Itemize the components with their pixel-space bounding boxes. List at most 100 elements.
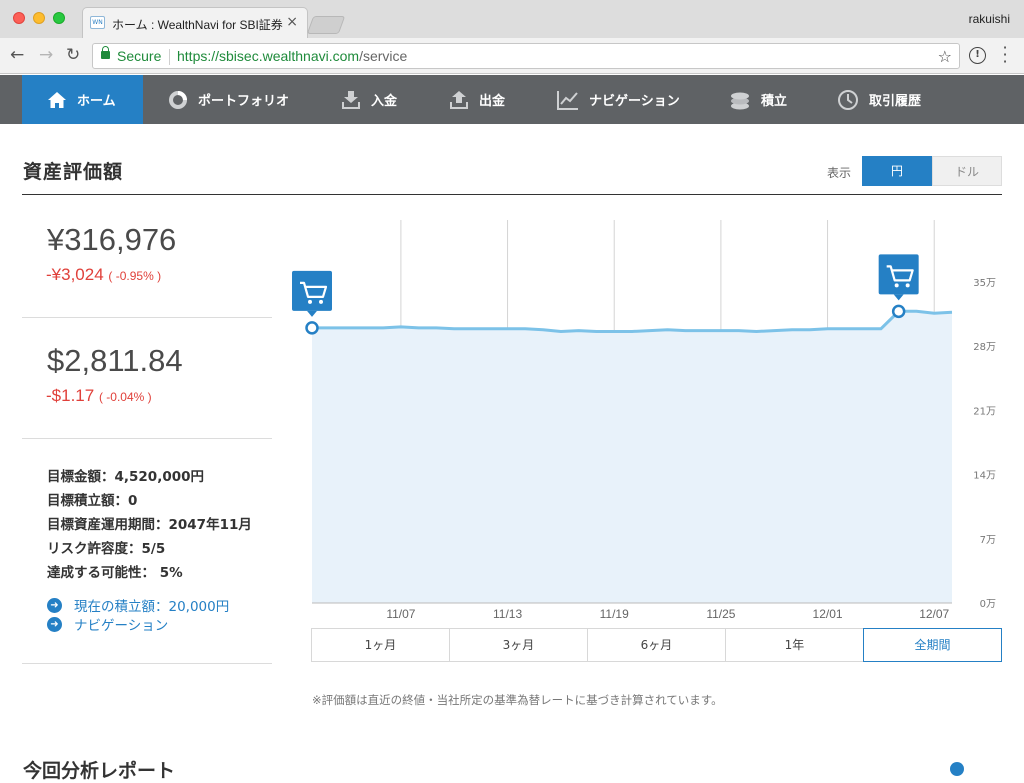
profile-name[interactable]: rakuishi [969, 12, 1010, 26]
asset-value-chart: 0万 7万 14万 21万 28万 35万 11/07 11/13 11/19 11/25 12/0… [290, 210, 1024, 630]
line-chart-icon [557, 90, 578, 110]
currency-yen-toggle[interactable]: 円 [862, 156, 932, 186]
withdraw-icon [450, 90, 468, 109]
tab-close-icon[interactable]: × [286, 14, 298, 30]
nav-item-label: ナビゲーション [589, 94, 680, 109]
back-icon[interactable]: ← [10, 45, 24, 65]
address-bar[interactable]: Secure https://sbisec.wealthnavi.com/ser… [92, 43, 960, 69]
navigation-link-label: ナビゲーション [74, 618, 169, 634]
yen-change-percent: ( -0.95% ) [108, 269, 162, 283]
nav-item-savings[interactable]: 積立 [729, 75, 787, 124]
chart-svg: 0万 7万 14万 21万 28万 35万 11/07 11/13 11/19 11/25 12/0… [292, 220, 996, 621]
x-tick-label: 12/01 [813, 607, 843, 621]
nav-item-home[interactable]: ホーム [22, 75, 143, 124]
goal-monthly-amount: 目標積立額：0 [47, 493, 138, 509]
range-all-button[interactable]: 全期間 [863, 628, 1002, 662]
display-label: 表示 [827, 166, 852, 180]
yen-total-value: ¥316,976 [47, 222, 177, 257]
window-minimize-button[interactable] [33, 12, 45, 24]
y-tick-label: 35万 [973, 278, 996, 289]
range-1-year-button[interactable]: 1年 [725, 628, 863, 662]
browser-toolbar: ← → ↻ Secure https://sbisec.wealthnavi.c… [0, 38, 1024, 74]
lock-icon [101, 46, 110, 59]
title-divider [22, 194, 1002, 195]
deposit-icon [342, 90, 360, 109]
x-tick-label: 12/07 [919, 607, 949, 621]
browser-menu-icon[interactable]: · · · [1001, 40, 1009, 70]
goal-period: 目標資産運用期間：2047年11月 [47, 517, 252, 533]
donut-icon [169, 90, 187, 109]
nav-item-label: 出金 [479, 94, 506, 109]
extension-info-icon[interactable]: ! [969, 47, 986, 64]
nav-item-portfolio[interactable]: ポートフォリオ [168, 75, 289, 124]
nav-item-label: 入金 [371, 94, 398, 109]
clock-icon [838, 89, 858, 110]
coins-icon [731, 92, 749, 109]
reload-icon[interactable]: ↻ [66, 45, 80, 65]
nav-item-label: 取引履歴 [869, 94, 922, 109]
usd-change-amount: -$1.17 [46, 386, 95, 405]
forward-icon[interactable]: → [39, 45, 53, 65]
navigation-link[interactable]: ➜ ナビゲーション [47, 614, 168, 634]
chart-area [312, 311, 952, 603]
purchase-point [891, 304, 906, 319]
purchase-marker [292, 270, 332, 311]
window-close-button[interactable] [13, 12, 25, 24]
arrow-right-icon: ➜ [47, 597, 62, 613]
goal-target-amount: 目標金額：4,520,000円 [47, 469, 205, 485]
y-tick-label: 28万 [973, 342, 996, 353]
nav-item-navigation[interactable]: ナビゲーション [557, 75, 680, 124]
url-host: https://sbisec.wealthnavi.com [177, 48, 360, 64]
url-path: /service [359, 48, 408, 64]
tab-title: ホーム : WealthNavi for SBI証券 [112, 18, 283, 32]
y-tick-label: 0万 [980, 599, 996, 610]
main-navigation: ホーム ポートフォリオ 入金 出金 ナビゲーション 積立 取引履歴 [0, 75, 1024, 124]
info-icon[interactable] [950, 762, 964, 776]
x-tick-label: 11/19 [600, 607, 629, 621]
nav-item-deposit[interactable]: 入金 [341, 75, 397, 124]
x-tick-label: 11/07 [386, 607, 415, 621]
page-title: 資産評価額 [23, 161, 124, 183]
next-section-heading: 今回分析レポート [23, 760, 176, 782]
nav-item-history[interactable]: 取引履歴 [837, 75, 921, 124]
range-6-month-button[interactable]: 6ヶ月 [587, 628, 725, 662]
goal-probability: 達成する可能性： 5% [47, 565, 183, 581]
omnibox-divider [169, 49, 170, 65]
yen-change: -¥3,024 ( -0.95% ) [46, 265, 161, 285]
window-maximize-button[interactable] [53, 12, 65, 24]
current-savings-label: 現在の積立額：20,000円 [74, 599, 230, 615]
goals-divider [22, 663, 272, 664]
y-tick-label: 7万 [980, 535, 996, 546]
current-savings-link[interactable]: ➜ 現在の積立額：20,000円 [47, 595, 229, 615]
home-icon [48, 91, 66, 108]
x-tick-label: 11/25 [706, 607, 735, 621]
range-3-month-button[interactable]: 3ヶ月 [449, 628, 587, 662]
arrow-right-icon: ➜ [47, 616, 62, 632]
usd-change-percent: ( -0.04% ) [98, 390, 152, 404]
nav-item-withdraw[interactable]: 出金 [449, 75, 505, 124]
range-1-month-button[interactable]: 1ヶ月 [311, 628, 449, 662]
cart-wheel [905, 283, 910, 288]
nav-item-label: 積立 [761, 94, 788, 109]
nav-item-label: ホーム [77, 94, 116, 109]
bookmark-star-icon[interactable]: ☆ [938, 47, 952, 66]
currency-usd-toggle[interactable]: ドル [932, 156, 1002, 186]
period-selector: 1ヶ月 3ヶ月 6ヶ月 1年 全期間 [311, 628, 1002, 662]
chart-line [312, 309, 953, 333]
x-tick-label: 11/13 [493, 607, 522, 621]
purchase-marker-pointer [307, 310, 317, 317]
new-tab-button[interactable] [306, 16, 346, 34]
purchase-point [305, 321, 319, 335]
cart-wheel [308, 299, 312, 304]
valuation-note: ※評価額は直近の終値・当社所定の基準為替レートに基づき計算されています。 [312, 693, 723, 707]
favicon-icon: WN [90, 16, 105, 29]
browser-tab[interactable]: WN ホーム : WealthNavi for SBI証券 × [82, 7, 308, 38]
cart-wheel [894, 283, 899, 288]
purchase-marker [878, 254, 919, 295]
y-tick-label: 21万 [973, 406, 996, 417]
url-text[interactable]: https://sbisec.wealthnavi.com/service [177, 48, 407, 64]
yen-change-amount: -¥3,024 [46, 265, 104, 284]
purchase-marker-pointer [893, 294, 904, 301]
cart-wheel [319, 299, 323, 304]
secure-label: Secure [117, 48, 162, 64]
